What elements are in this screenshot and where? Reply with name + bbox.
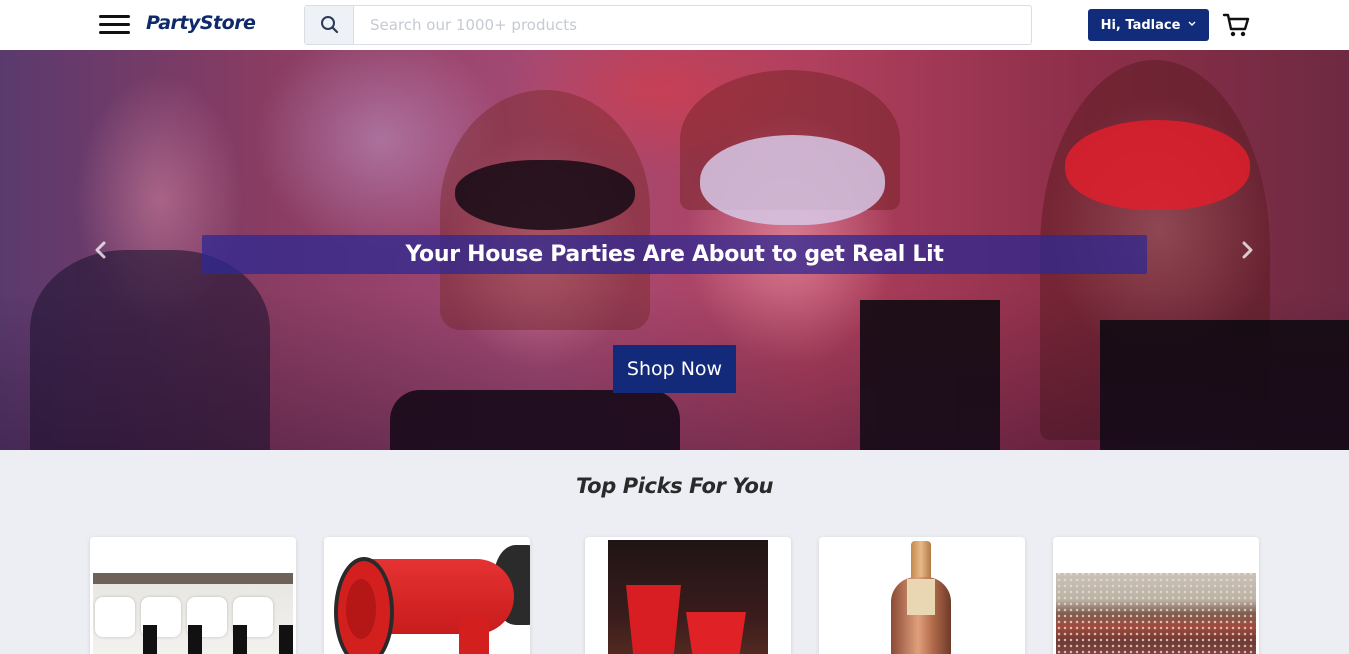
product-card-pillows[interactable] [90,537,296,654]
chevron-down-icon [1188,20,1196,30]
product-image [93,573,293,654]
arrow-left-icon [95,241,106,259]
search-button[interactable] [305,6,354,44]
hero-headline: Your House Parties Are About to get Real… [202,235,1147,274]
product-card-party-crowd[interactable] [1053,537,1259,654]
carousel-prev-button[interactable] [89,238,113,262]
carousel-next-button[interactable] [1235,238,1259,262]
product-image [1056,573,1256,654]
search-icon [321,16,339,34]
product-card-champagne[interactable] [819,537,1025,654]
search-input[interactable] [355,6,1031,44]
menu-icon[interactable] [99,13,130,37]
top-navbar: PartyStore Hi, Tadlace [0,0,1349,50]
cart-icon[interactable] [1222,11,1250,39]
section-title-top-picks: Top Picks For You [575,474,774,498]
product-card-party-cups[interactable] [585,537,791,654]
shop-now-button[interactable]: Shop Now [613,345,736,393]
user-greeting: Hi, Tadlace [1100,17,1181,33]
product-image [608,540,768,654]
brand-logo[interactable]: PartyStore [146,12,256,34]
hero-carousel: Your House Parties Are About to get Real… [0,50,1349,450]
product-card-megaphone[interactable] [324,537,530,654]
user-menu-button[interactable]: Hi, Tadlace [1088,9,1209,41]
search-bar [304,5,1032,45]
arrow-right-icon [1242,241,1253,259]
